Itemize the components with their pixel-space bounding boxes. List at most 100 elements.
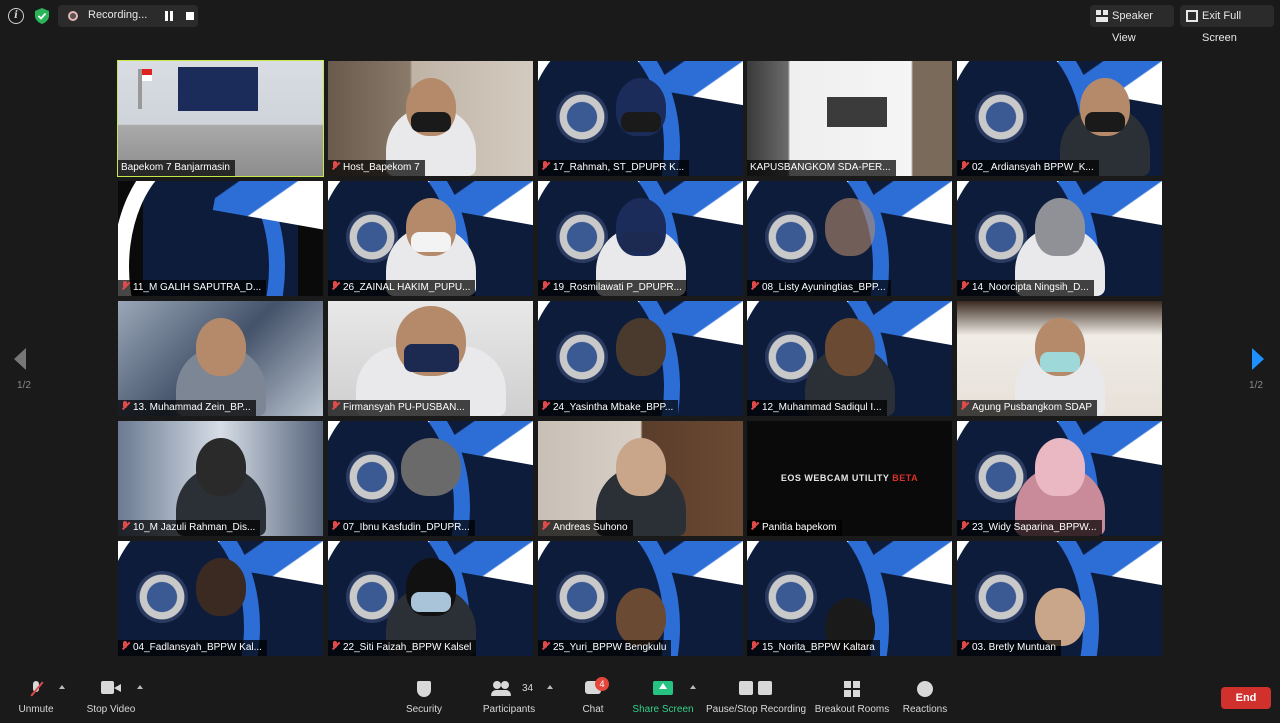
share-screen-arrow-icon [653,681,673,695]
mic-muted-icon [960,281,969,291]
exit-full-screen-button[interactable]: Exit Full Screen [1180,5,1274,44]
top-bar: i Recording... Speaker View Exit Full Sc… [0,0,1280,44]
emblem-icon [136,571,188,623]
video-tile[interactable]: 13. Muhammad Zein_BP... [118,301,323,416]
participant-name: KAPUSBANGKOM SDA-PER... [747,160,896,176]
mic-muted-icon [331,281,340,291]
participant-name: 04_Fadlansyah_BPPW Kal... [118,640,267,656]
mic-muted-icon [541,161,550,171]
mic-muted-icon [541,521,550,531]
video-tile[interactable]: Bapekom 7 Banjarmasin [117,60,324,177]
encryption-shield-icon[interactable] [34,8,50,24]
video-tile[interactable]: 19_Rosmilawati P_DPUPR... [538,181,743,296]
emblem-icon [975,91,1027,143]
participants-label: Participants [482,704,536,715]
breakout-rooms-label: Breakout Rooms [814,704,890,715]
mic-muted-icon [960,161,969,171]
participant-name: 15_Norita_BPPW Kaltara [747,640,880,656]
participant-name: 11_M GALIH SAPUTRA_D... [118,280,267,296]
unmute-label: Unmute [18,704,54,715]
video-tile[interactable]: Agung Pusbangkom SDAP [957,301,1162,416]
speaker-view-button[interactable]: Speaker View [1090,5,1174,44]
mic-muted-icon [960,521,969,531]
security-shield-icon [417,681,431,697]
emblem-icon [556,331,608,383]
stop-video-button[interactable]: Stop Video [80,671,142,723]
mic-muted-icon [750,401,759,411]
share-screen-button[interactable]: Share Screen [632,671,694,723]
video-tile[interactable]: Andreas Suhono [538,421,743,536]
recording-label: Recording... [88,9,148,21]
page-indicator-right: 1/2 [1249,380,1263,391]
video-tile[interactable]: 14_Noorcipta Ningsih_D... [957,181,1162,296]
video-tile[interactable]: 24_Yasintha Mbake_BPP... [538,301,743,416]
security-button[interactable]: Security [398,671,450,723]
video-tile[interactable]: EOS WEBCAM UTILITY BETA Panitia bapekom [747,421,952,536]
share-options-caret-icon[interactable] [690,685,696,689]
mic-muted-icon [541,641,550,651]
participant-name: 23_Widy Saparina_BPPW... [957,520,1102,536]
audio-options-caret-icon[interactable] [59,685,65,689]
page-indicator-left: 1/2 [17,380,31,391]
speaker-view-icon [1096,10,1108,22]
participant-name: Host_Bapekom 7 [328,160,425,176]
unmute-button[interactable]: Unmute [10,671,62,723]
security-label: Security [405,704,443,715]
mic-muted-icon [750,281,759,291]
mic-muted-icon [541,281,550,291]
chat-label: Chat [582,704,604,715]
participant-name: 14_Noorcipta Ningsih_D... [957,280,1094,296]
end-meeting-button[interactable]: End [1221,687,1271,709]
video-options-caret-icon[interactable] [137,685,143,689]
video-tile[interactable]: 03. Bretly Muntuan [957,541,1162,656]
reactions-button[interactable]: Reactions [900,671,950,723]
video-tile[interactable]: 04_Fadlansyah_BPPW Kal... [118,541,323,656]
mic-muted-icon [121,521,130,531]
participant-name: 13. Muhammad Zein_BP... [118,400,256,416]
participant-name: 02_ Ardiansyah BPPW_K... [957,160,1099,176]
smiley-reaction-icon [917,681,933,697]
participant-name: 19_Rosmilawati P_DPUPR... [538,280,687,296]
speaker-view-label: Speaker View [1112,10,1153,44]
mic-muted-icon [331,521,340,531]
breakout-rooms-icon [844,681,860,697]
video-tile[interactable]: 23_Widy Saparina_BPPW... [957,421,1162,536]
participants-button[interactable]: 34 Participants [476,671,542,723]
participant-name: Bapekom 7 Banjarmasin [118,160,235,176]
mic-muted-icon [750,521,759,531]
video-tile[interactable]: 12_Muhammad Sadiqul I... [747,301,952,416]
video-tile[interactable]: 25_Yuri_BPPW Bengkulu [538,541,743,656]
recording-dot-icon [68,11,78,21]
pause-stop-recording-button[interactable]: Pause/Stop Recording [706,671,806,723]
video-tile[interactable]: Host_Bapekom 7 [328,61,533,176]
video-tile[interactable]: 08_Listy Ayuningtias_BPP... [747,181,952,296]
mic-muted-icon [121,281,130,291]
stop-recording-icon[interactable] [186,12,194,20]
participant-name: Firmansyah PU-PUSBAN... [328,400,470,416]
video-tile[interactable]: 07_Ibnu Kasfudin_DPUPR... [328,421,533,536]
stop-video-label: Stop Video [86,704,136,715]
mic-muted-icon [121,401,130,411]
zoom-meeting-window: i Recording... Speaker View Exit Full Sc… [0,0,1280,723]
video-tile[interactable]: 02_ Ardiansyah BPPW_K... [957,61,1162,176]
pause-stop-recording-label: Pause/Stop Recording [706,704,807,715]
participant-name: 07_Ibnu Kasfudin_DPUPR... [328,520,475,536]
mic-muted-icon [331,401,340,411]
breakout-rooms-button[interactable]: Breakout Rooms [814,671,890,723]
pause-recording-icon[interactable] [164,11,174,21]
video-tile[interactable]: 26_ZAINAL HAKIM_PUPU... [328,181,533,296]
video-tile[interactable]: 22_Siti Faizah_BPPW Kalsel [328,541,533,656]
previous-page-arrow-icon[interactable] [14,348,26,370]
video-tile[interactable]: 10_M Jazuli Rahman_Dis... [118,421,323,536]
emblem-icon [975,571,1027,623]
video-tile[interactable]: 15_Norita_BPPW Kaltara [747,541,952,656]
mic-muted-icon [331,161,340,171]
participants-options-caret-icon[interactable] [547,685,553,689]
video-tile[interactable]: KAPUSBANGKOM SDA-PER... [747,61,952,176]
info-icon[interactable]: i [8,8,24,24]
chat-button[interactable]: 4 Chat [570,671,616,723]
video-tile[interactable]: 11_M GALIH SAPUTRA_D... [118,181,323,296]
video-tile[interactable]: 17_Rahmah, ST_DPUPR K... [538,61,743,176]
video-tile[interactable]: Firmansyah PU-PUSBAN... [328,301,533,416]
next-page-arrow-icon[interactable] [1252,348,1264,370]
